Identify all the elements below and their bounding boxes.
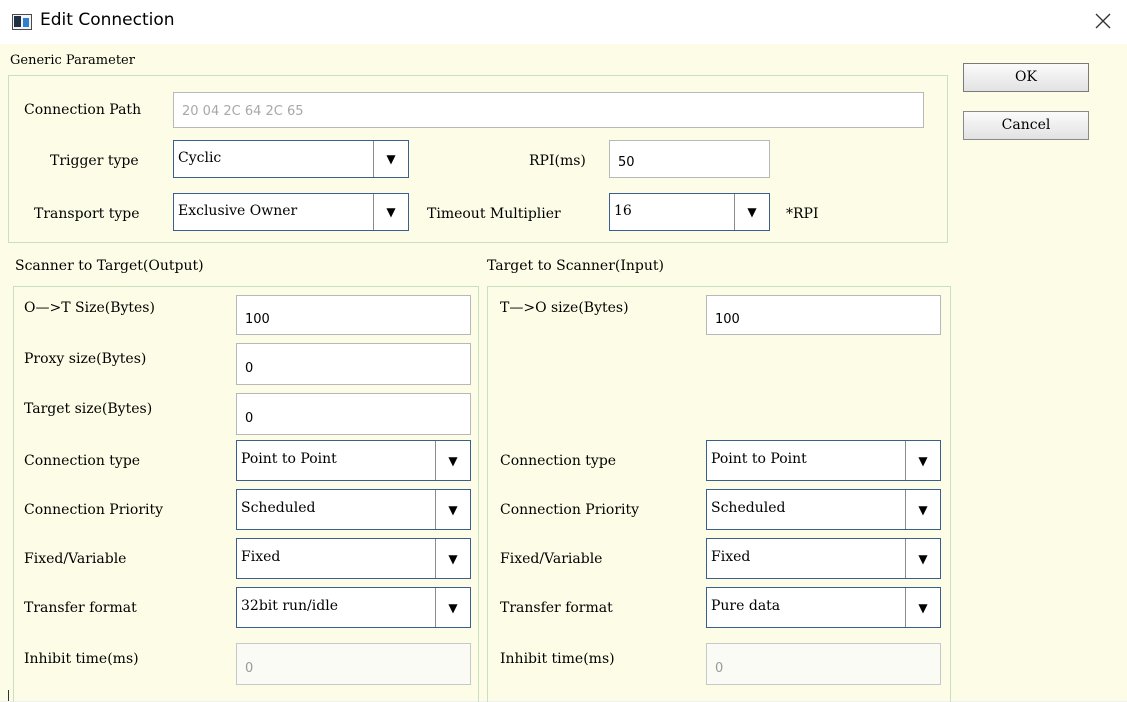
output-inhibit-time-field: 0 (236, 643, 471, 685)
dropdown-arrow-icon[interactable]: ▼ (374, 141, 408, 177)
timeout-multiplier-label: Timeout Multiplier (427, 206, 561, 222)
generic-parameter-heading: Generic Parameter (10, 53, 135, 68)
input-size-label: T—>O size(Bytes) (500, 300, 629, 316)
transport-type-label: Transport type (34, 206, 140, 222)
output-priority-dropdown[interactable]: Scheduled ▼ (236, 489, 471, 530)
output-heading: Scanner to Target(Output) (15, 258, 204, 274)
input-fixed-variable-value: Fixed (711, 549, 751, 565)
input-transfer-format-label: Transfer format (500, 600, 613, 616)
input-inhibit-time-field: 0 (706, 643, 941, 685)
dropdown-arrow-icon[interactable]: ▼ (374, 194, 408, 230)
dropdown-arrow-icon[interactable]: ▼ (436, 588, 470, 627)
output-fixed-variable-label: Fixed/Variable (24, 551, 127, 567)
input-priority-dropdown[interactable]: Scheduled ▼ (706, 489, 941, 530)
dropdown-arrow-icon[interactable]: ▼ (436, 539, 470, 578)
output-size-field[interactable]: 100 (236, 295, 471, 335)
trigger-type-dropdown[interactable]: Cyclic ▼ (173, 140, 409, 178)
input-connection-type-label: Connection type (500, 453, 617, 469)
output-priority-value: Scheduled (241, 500, 316, 516)
rpi-suffix-label: *RPI (786, 206, 819, 222)
output-connection-type-value: Point to Point (241, 451, 337, 467)
dropdown-arrow-icon[interactable]: ▼ (735, 194, 769, 230)
cancel-button[interactable]: Cancel (963, 111, 1089, 140)
output-fixed-variable-dropdown[interactable]: Fixed ▼ (236, 538, 471, 579)
timeout-multiplier-value: 16 (614, 203, 632, 219)
output-connection-type-dropdown[interactable]: Point to Point ▼ (236, 440, 471, 481)
connection-path-field[interactable]: 20 04 2C 64 2C 65 (173, 92, 924, 128)
target-size-label: Target size(Bytes) (24, 401, 153, 417)
proxy-size-field[interactable]: 0 (236, 343, 471, 385)
close-icon[interactable] (1092, 10, 1114, 32)
app-icon (12, 14, 32, 30)
rpi-label: RPI(ms) (529, 153, 586, 169)
output-priority-label: Connection Priority (24, 502, 164, 518)
input-connection-type-dropdown[interactable]: Point to Point ▼ (706, 440, 941, 481)
input-transfer-format-dropdown[interactable]: Pure data ▼ (706, 587, 941, 628)
target-size-field[interactable]: 0 (236, 393, 471, 435)
output-fixed-variable-value: Fixed (241, 549, 281, 565)
window-edge (8, 690, 9, 701)
proxy-size-label: Proxy size(Bytes) (24, 351, 147, 367)
input-connection-type-value: Point to Point (711, 451, 807, 467)
dropdown-arrow-icon[interactable]: ▼ (436, 490, 470, 529)
dropdown-arrow-icon[interactable]: ▼ (906, 588, 940, 627)
timeout-multiplier-dropdown[interactable]: 16 ▼ (609, 193, 770, 231)
trigger-type-value: Cyclic (178, 150, 222, 166)
transport-type-dropdown[interactable]: Exclusive Owner ▼ (173, 193, 409, 231)
input-inhibit-time-label: Inhibit time(ms) (500, 651, 615, 667)
window-title: Edit Connection (40, 10, 175, 30)
input-fixed-variable-dropdown[interactable]: Fixed ▼ (706, 538, 941, 579)
input-fixed-variable-label: Fixed/Variable (500, 551, 603, 567)
ok-button[interactable]: OK (963, 63, 1089, 92)
connection-path-label: Connection Path (24, 102, 142, 118)
input-transfer-format-value: Pure data (711, 598, 781, 614)
output-inhibit-time-label: Inhibit time(ms) (24, 651, 139, 667)
trigger-type-label: Trigger type (50, 153, 139, 169)
output-transfer-format-dropdown[interactable]: 32bit run/idle ▼ (236, 587, 471, 628)
input-priority-value: Scheduled (711, 500, 786, 516)
output-transfer-format-label: Transfer format (24, 600, 137, 616)
input-priority-label: Connection Priority (500, 502, 640, 518)
dropdown-arrow-icon[interactable]: ▼ (436, 441, 470, 480)
dropdown-arrow-icon[interactable]: ▼ (906, 490, 940, 529)
title-bar: Edit Connection (0, 0, 1127, 44)
output-size-label: O—>T Size(Bytes) (24, 300, 155, 316)
output-transfer-format-value: 32bit run/idle (241, 598, 338, 614)
dropdown-arrow-icon[interactable]: ▼ (906, 441, 940, 480)
output-connection-type-label: Connection type (24, 453, 141, 469)
dropdown-arrow-icon[interactable]: ▼ (906, 539, 940, 578)
rpi-field[interactable]: 50 (609, 140, 770, 178)
input-heading: Target to Scanner(Input) (487, 258, 664, 274)
input-size-field[interactable]: 100 (706, 295, 941, 335)
transport-type-value: Exclusive Owner (178, 203, 298, 219)
